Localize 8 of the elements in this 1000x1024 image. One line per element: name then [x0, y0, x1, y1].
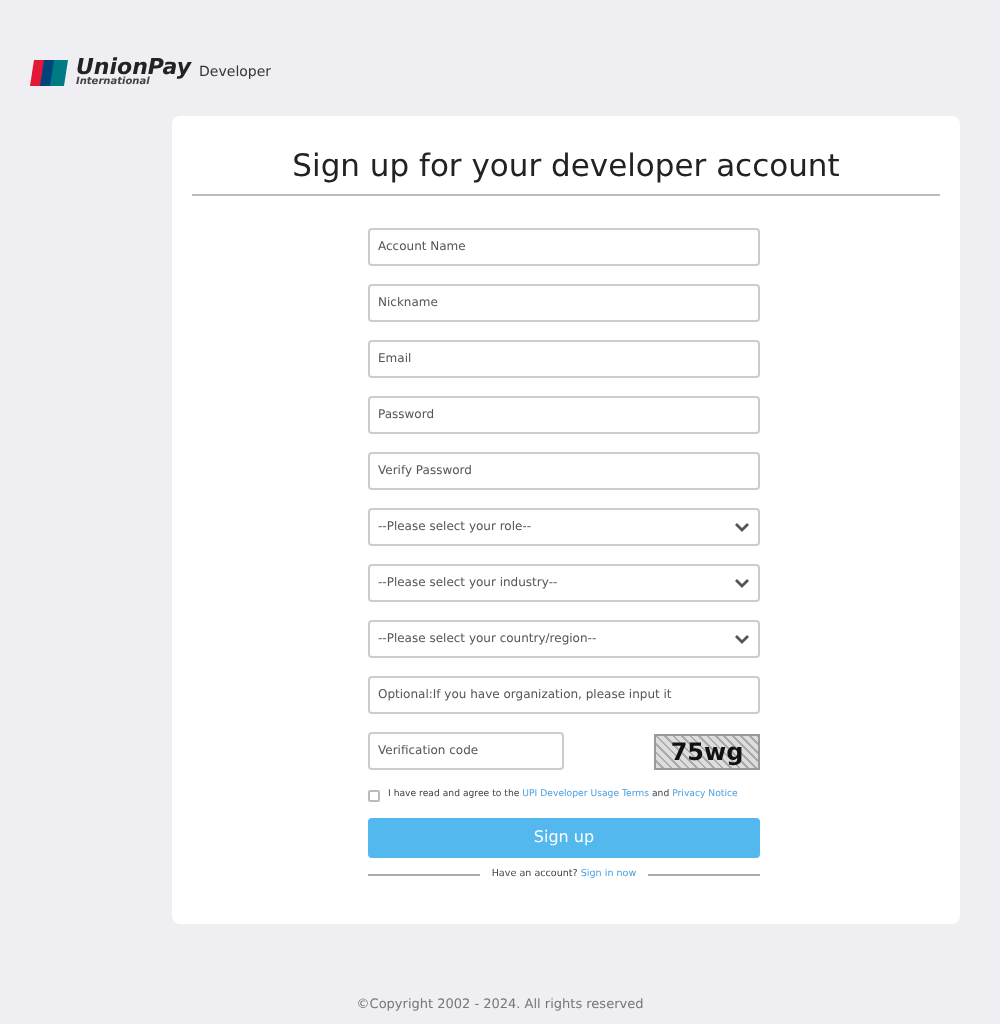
chevron-down-icon: [734, 634, 750, 644]
logo-icon: [30, 60, 68, 86]
captcha-image[interactable]: 75wg: [654, 733, 760, 769]
agree-checkbox[interactable]: [368, 790, 380, 803]
chevron-down-icon: [734, 522, 750, 532]
form-title: Sign up for your developer account: [290, 146, 842, 188]
chevron-down-icon: [734, 578, 750, 588]
brand-name: UnionPay: [76, 58, 192, 78]
